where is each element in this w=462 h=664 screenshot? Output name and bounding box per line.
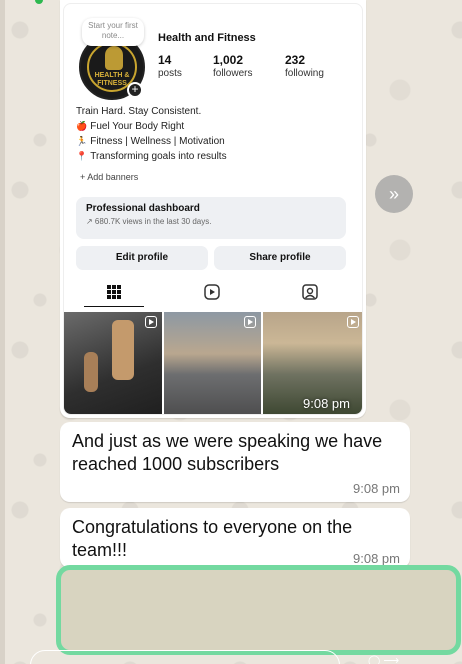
message-timestamp: 9:08 pm	[353, 481, 400, 496]
message-bubble[interactable]: And just as we were speaking we have rea…	[60, 422, 410, 502]
professional-dashboard: Professional dashboard ↗ 680.7K views in…	[76, 197, 346, 239]
bio-line: 🏃 Fitness | Wellness | Motivation	[76, 136, 225, 147]
message-text: And just as we were speaking we have rea…	[72, 431, 383, 474]
grid-icon	[107, 285, 121, 299]
bio-line: Train Hard. Stay Consistent.	[76, 106, 202, 117]
profile-tabs	[64, 282, 362, 306]
bio-line: 🍎 Fuel Your Body Right	[76, 121, 185, 132]
message-input-outline[interactable]	[30, 650, 340, 664]
bio-line: 📍 Transforming goals into results	[76, 151, 227, 162]
apple-icon: 🍎	[76, 121, 88, 131]
share-profile-button: Share profile	[214, 246, 346, 270]
reel-indicator-icon	[145, 316, 157, 328]
pin-icon: 📍	[76, 151, 88, 161]
forward-icon[interactable]: »	[375, 175, 413, 213]
bottom-icons: ◯ ⟶	[368, 655, 400, 664]
profile-name: Health and Fitness	[158, 32, 256, 44]
active-tab-indicator	[84, 306, 144, 307]
highlighted-area	[56, 565, 461, 655]
reel-indicator-icon	[347, 316, 359, 328]
stat-followers: 1,002 followers	[213, 53, 253, 80]
bio: Train Hard. Stay Consistent. 🍎 Fuel Your …	[76, 105, 227, 164]
message-timestamp: 9:08 pm	[353, 551, 400, 566]
reel-indicator-icon	[244, 316, 256, 328]
post-thumbnail	[64, 312, 162, 414]
edit-profile-button: Edit profile	[76, 246, 208, 270]
stat-following: 232 following	[285, 53, 324, 80]
image-message[interactable]: Start your first note... HEALTH & FITNES…	[60, 0, 366, 418]
left-edge	[0, 0, 5, 664]
message-bubble[interactable]: Congratulations to everyone on the team!…	[60, 508, 410, 568]
stat-posts: 14 posts	[158, 53, 182, 80]
message-text: Congratulations to everyone on the team!…	[72, 517, 353, 560]
reels-icon	[204, 284, 220, 300]
post-thumbnail	[164, 312, 261, 414]
note-bubble: Start your first note...	[82, 18, 144, 46]
runner-icon: 🏃	[76, 136, 88, 146]
tagged-icon	[302, 284, 318, 300]
add-banners: + Add banners	[80, 172, 139, 182]
add-story-icon: +	[127, 82, 143, 98]
image-timestamp: 9:08 pm	[303, 396, 350, 411]
profile-screenshot[interactable]: Start your first note... HEALTH & FITNES…	[63, 3, 363, 415]
